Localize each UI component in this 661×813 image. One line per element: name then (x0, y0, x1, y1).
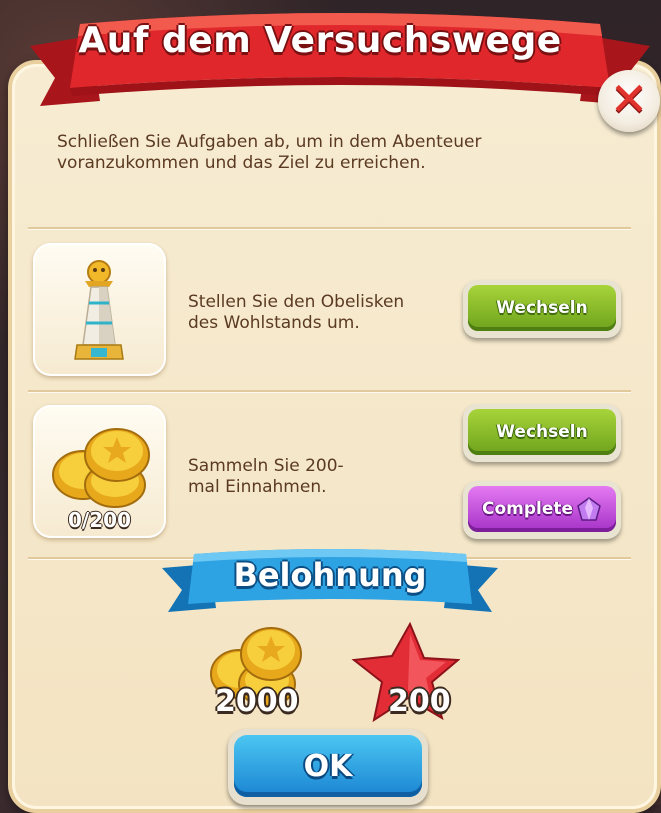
task-2-swap-button[interactable]: Wechseln (463, 404, 621, 462)
task-1-text-line-2: des Wohlstands um. (188, 313, 360, 333)
task-2-text: Sammeln Sie 200- mal Einnahmen. (188, 456, 448, 498)
gold-coins-icon (52, 428, 150, 508)
task-1-swap-label: Wechseln (468, 285, 616, 331)
reward-title: Belohnung (233, 556, 427, 594)
reward-stars-amount: 200 (388, 684, 451, 719)
task-1-swap-button[interactable]: Wechseln (463, 280, 621, 338)
task-2-swap-label: Wechseln (468, 409, 616, 455)
description-line-2: voranzukommen und das Ziel zu erreichen. (57, 153, 426, 173)
description-line-1: Schließen Sie Aufgaben ab, um in dem Abe… (57, 132, 482, 152)
divider (28, 390, 631, 393)
task-2-text-line-2: mal Einnahmen. (188, 477, 327, 497)
task-2-progress-counter: 0/200 (68, 508, 131, 532)
close-button[interactable]: ✕ (598, 70, 660, 132)
ok-button-label: OK (234, 735, 422, 797)
close-icon: ✕ (609, 72, 649, 126)
ok-button[interactable]: OK (228, 729, 428, 805)
task-2-text-line-1: Sammeln Sie 200- (188, 456, 344, 476)
divider (28, 227, 631, 230)
task-2-complete-label: Complete (482, 499, 574, 519)
dialog-title: Auf dem Versuchswege (78, 20, 562, 61)
task-2-icon-tile: 0/200 (33, 405, 166, 538)
obelisk-icon (74, 260, 124, 360)
task-1-text-line-1: Stellen Sie den Obelisken (188, 292, 405, 312)
dialog-description: Schließen Sie Aufgaben ab, um in dem Abe… (57, 132, 557, 174)
task-1-text: Stellen Sie den Obelisken des Wohlstands… (188, 292, 448, 334)
reward-coins-amount: 2000 (215, 684, 299, 719)
task-1-icon-tile (33, 243, 166, 376)
purple-gem-icon (577, 497, 601, 521)
task-2-complete-button[interactable]: Complete (463, 481, 621, 539)
task-2-complete-inner: Complete (468, 486, 616, 532)
